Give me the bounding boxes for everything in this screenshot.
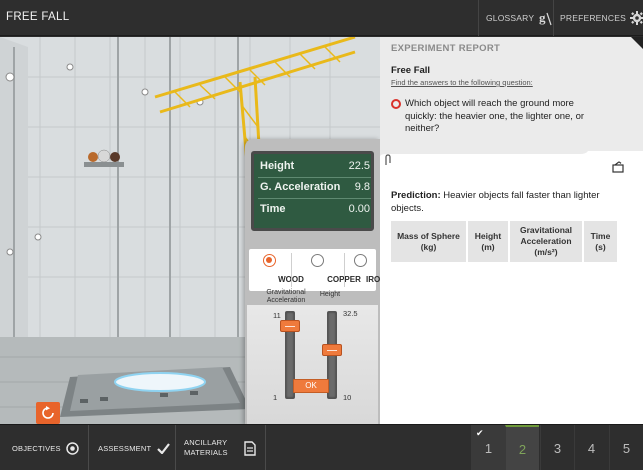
glossary-button[interactable]: GLOSSARY g <box>486 0 552 36</box>
height-max-label: 32.5 <box>343 309 358 318</box>
divider <box>553 0 554 36</box>
step-2[interactable]: 2 <box>505 425 539 470</box>
objectives-button[interactable]: OBJECTIVES <box>12 425 79 470</box>
results-table: Mass of Sphere (kg) Height (m) Gravitati… <box>391 221 617 262</box>
report-question-section: EXPERIMENT REPORT Free Fall Find the ans… <box>380 37 643 158</box>
report-tab-edge <box>380 151 643 165</box>
divider <box>258 177 371 178</box>
divider <box>258 198 371 199</box>
gravity-slider-thumb[interactable] <box>280 320 300 333</box>
divider <box>478 0 479 36</box>
ancillary-label: ANCILLARY MATERIALS <box>184 438 228 458</box>
slider-area: 11 1 32.5 10 <box>247 305 378 425</box>
step-1-label: 1 <box>484 440 493 456</box>
step-2-label: 2 <box>518 441 527 457</box>
experiment-report: EXPERIMENT REPORT Free Fall Find the ans… <box>380 37 643 424</box>
reset-button[interactable] <box>36 402 60 424</box>
question-text: Which object will reach the ground more … <box>405 98 585 134</box>
readout-height: Height 22.5 <box>260 158 370 176</box>
corner-fold <box>631 37 643 49</box>
prediction: Prediction: Heavier objects fall faster … <box>391 189 631 215</box>
svg-text:g: g <box>539 10 546 25</box>
instructions-link[interactable]: Find the answers to the following questi… <box>391 78 533 87</box>
height-label: Height <box>260 160 295 172</box>
readout-time: Time 0.00 <box>260 201 370 219</box>
preferences-button[interactable]: PREFERENCES <box>560 0 643 36</box>
col-height: Height (m) <box>467 221 510 262</box>
report-subtitle: Free Fall <box>391 65 431 76</box>
assessment-button[interactable]: ASSESSMENT <box>98 425 171 470</box>
ancillary-label-line2: MATERIALS <box>184 448 228 457</box>
col-time: Time (s) <box>583 221 617 262</box>
objectives-label: OBJECTIVES <box>12 443 61 453</box>
ancillary-materials-button[interactable]: ANCILLARY MATERIALS <box>184 425 256 470</box>
divider <box>175 425 176 470</box>
radio-wood[interactable] <box>263 254 276 267</box>
app-root: FREE FALL GLOSSARY g PREFERENCES Height … <box>0 0 643 470</box>
material-option-copper[interactable]: COPPER <box>292 249 361 291</box>
material-option-wood[interactable]: WOOD <box>249 249 304 291</box>
gravity-max-label: 11 <box>273 311 281 320</box>
target-icon <box>65 441 79 455</box>
radio-iron[interactable] <box>354 254 367 267</box>
step-3-label: 3 <box>553 440 562 456</box>
prediction-label: Prediction: <box>391 190 441 201</box>
height-value: 22.5 <box>348 160 370 172</box>
step-3[interactable]: 3 <box>540 425 574 470</box>
time-label: Time <box>260 203 286 215</box>
top-bar: FREE FALL GLOSSARY g PREFERENCES <box>0 0 643 36</box>
col-acceleration: Gravitational Acceleration (m/s²) <box>509 221 584 262</box>
height-min-label: 10 <box>343 393 352 402</box>
gear-icon <box>629 11 643 25</box>
reset-icon <box>42 406 54 419</box>
preferences-label: PREFERENCES <box>560 13 626 23</box>
material-option-iron[interactable]: IRON <box>345 249 386 291</box>
report-heading: EXPERIMENT REPORT <box>391 43 501 54</box>
app-title: FREE FALL <box>6 11 70 23</box>
control-panel: Height 22.5 G. Acceleration 9.8 Time 0.0… <box>245 139 386 425</box>
material-selector: WOOD COPPER IRON <box>249 249 386 291</box>
step-4[interactable]: 4 <box>574 425 608 470</box>
time-value: 0.00 <box>348 203 370 215</box>
glossary-label: GLOSSARY <box>486 13 535 23</box>
readout-display: Height 22.5 G. Acceleration 9.8 Time 0.0… <box>251 151 374 231</box>
readout-acceleration: G. Acceleration 9.8 <box>260 179 370 197</box>
step-5[interactable]: 5 <box>609 425 643 470</box>
edit-note-icon[interactable] <box>612 161 624 173</box>
bottom-bar: OBJECTIVES ASSESSMENT ANCILLARY MATERIAL… <box>0 424 643 470</box>
radio-copper[interactable] <box>311 254 324 267</box>
col-acceleration-unit: (m/s²) <box>534 247 558 257</box>
acceleration-label: G. Acceleration <box>260 181 341 193</box>
step-4-label: 4 <box>587 440 596 456</box>
divider <box>265 425 266 470</box>
paperclip-icon <box>385 154 391 165</box>
step-1[interactable]: ✔ 1 <box>471 425 505 470</box>
acceleration-value: 9.8 <box>354 181 370 193</box>
gravity-min-label: 1 <box>273 393 278 402</box>
question-bullet-icon <box>391 99 401 109</box>
ok-button[interactable]: OK <box>293 379 329 393</box>
assessment-label: ASSESSMENT <box>98 443 152 453</box>
height-slider-thumb[interactable] <box>322 344 342 357</box>
table-header-row: Mass of Sphere (kg) Height (m) Gravitati… <box>391 221 617 262</box>
step-complete-check-icon: ✔ <box>476 428 484 438</box>
col-acceleration-label: Gravitational Acceleration <box>520 225 572 246</box>
step-5-label: 5 <box>622 440 631 456</box>
divider <box>88 425 89 470</box>
col-mass: Mass of Sphere (kg) <box>391 221 468 262</box>
glossary-icon: g <box>539 10 552 26</box>
document-icon <box>244 440 256 456</box>
ancillary-label-line1: ANCILLARY <box>184 438 228 447</box>
check-icon <box>157 442 171 454</box>
